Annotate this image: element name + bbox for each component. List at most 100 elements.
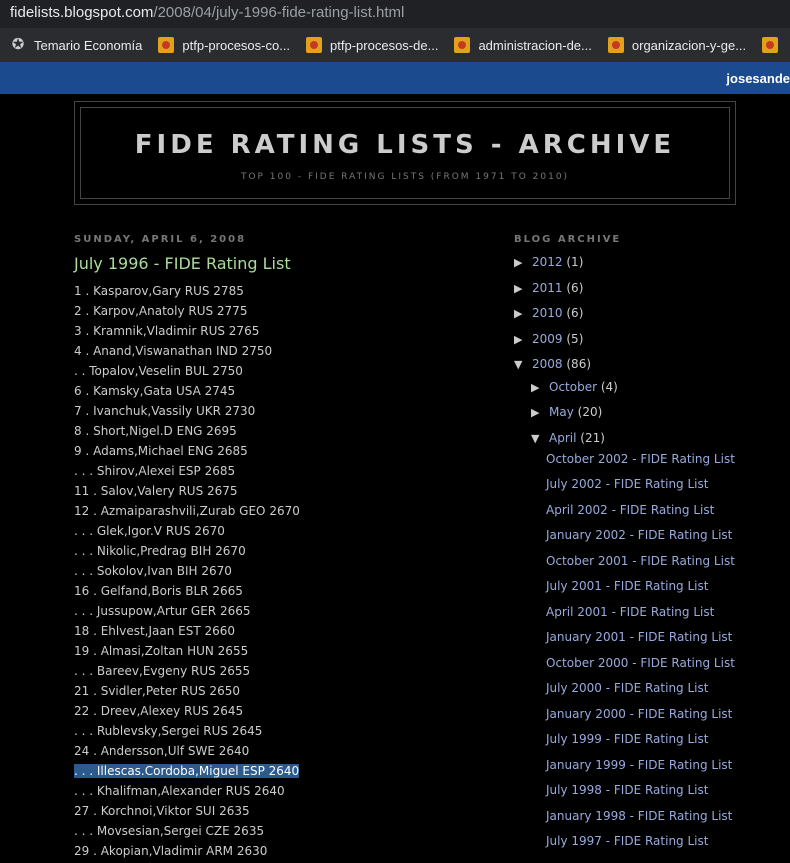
- blog-description: TOP 100 - FIDE RATING LISTS (FROM 1971 T…: [240, 172, 570, 182]
- month-link[interactable]: May: [549, 405, 574, 419]
- archive-post-link[interactable]: April 2002 - FIDE Rating List: [546, 503, 714, 517]
- post-count: (5): [566, 332, 584, 346]
- expand-toggle-icon[interactable]: ▶: [514, 307, 532, 320]
- bookmark-temario-economia[interactable]: ✪ Temario Economía: [10, 37, 143, 53]
- blogger-navbar: josesande: [0, 62, 790, 94]
- archive-post-link[interactable]: July 2002 - FIDE Rating List: [546, 477, 708, 491]
- archive-post-link[interactable]: January 2002 - FIDE Rating List: [546, 528, 732, 542]
- bookmark-overflow[interactable]: [762, 37, 786, 53]
- expand-toggle-icon[interactable]: ▶: [514, 282, 532, 295]
- post-count: (20): [577, 405, 603, 419]
- expand-toggle-icon[interactable]: ▶: [531, 406, 549, 419]
- expand-toggle-icon[interactable]: ▶: [531, 381, 549, 394]
- archive-post-link[interactable]: July 1999 - FIDE Rating List: [546, 732, 708, 746]
- list-item: 22 . Dreev,Alexey RUS 2645: [74, 704, 244, 718]
- archive-year-2009: ▶ 2009 (5): [514, 332, 583, 346]
- month-link[interactable]: October: [549, 380, 597, 394]
- rating-list: 1 . Kasparov,Gary RUS 2785 2 . Karpov,An…: [74, 281, 300, 861]
- list-item: . . . Jussupow,Artur GER 2665: [74, 604, 251, 618]
- bookmark-label: ptfp-procesos-de...: [330, 37, 439, 53]
- archive-post-link[interactable]: July 1998 - FIDE Rating List: [546, 783, 708, 797]
- bookmark-label: organizacion-y-ge...: [631, 37, 747, 53]
- bookmark-organizacion-y-ge[interactable]: organizacion-y-ge...: [607, 37, 747, 53]
- archive-post-link[interactable]: January 1998 - FIDE Rating List: [546, 809, 732, 823]
- post-count: (21): [580, 431, 605, 445]
- archive-year-2008: ▼ 2008 (86): [514, 357, 591, 371]
- year-link[interactable]: 2011: [532, 281, 563, 295]
- list-item: . . . Sokolov,Ivan BIH 2670: [74, 564, 232, 578]
- archive-post-link[interactable]: July 2001 - FIDE Rating List: [546, 579, 708, 593]
- archive-post-link[interactable]: October 2002 - FIDE Rating List: [546, 452, 735, 466]
- list-item: . . . Nikolic,Predrag BIH 2670: [74, 544, 246, 558]
- list-item: 16 . Gelfand,Boris BLR 2665: [74, 584, 243, 598]
- post-count: (1): [566, 255, 584, 269]
- list-item: 2 . Karpov,Anatoly RUS 2775: [74, 304, 248, 318]
- year-link[interactable]: 2010: [532, 306, 563, 320]
- list-item: . . . Khalifman,Alexander RUS 2640: [74, 784, 285, 798]
- list-item: 7 . Ivanchuk,Vassily UKR 2730: [74, 404, 256, 418]
- archive-year-2010: ▶ 2010 (6): [514, 306, 583, 320]
- selected-text: . . . Illescas.Cordoba,Miguel ESP 2640: [74, 764, 300, 778]
- archive-month-october: ▶ October (4): [531, 380, 618, 394]
- archive-year-2012: ▶ 2012 (1): [514, 255, 583, 269]
- archive-year-2011: ▶ 2011 (6): [514, 281, 583, 295]
- flag-icon: [306, 37, 323, 53]
- list-item: 6 . Kamsky,Gata USA 2745: [74, 384, 236, 398]
- flag-icon: [158, 37, 175, 53]
- year-link[interactable]: 2008: [532, 357, 563, 371]
- archive-post-link[interactable]: January 2001 - FIDE Rating List: [546, 630, 732, 644]
- flag-icon: [454, 37, 471, 53]
- archive-post-link[interactable]: October 2000 - FIDE Rating List: [546, 656, 735, 670]
- flag-icon: [762, 37, 779, 53]
- list-item: . . Topalov,Veselin BUL 2750: [74, 364, 243, 378]
- archive-post-link[interactable]: October 2001 - FIDE Rating List: [546, 554, 735, 568]
- expand-toggle-icon[interactable]: ▶: [514, 256, 532, 269]
- list-item: 3 . Kramnik,Vladimir RUS 2765: [74, 324, 260, 338]
- post-date: SUNDAY, APRIL 6, 2008: [74, 234, 247, 245]
- bookmarks-bar: ✪ Temario Economía ptfp-procesos-co... p…: [0, 28, 790, 62]
- year-link[interactable]: 2012: [532, 255, 563, 269]
- list-item: . . . Shirov,Alexei ESP 2685: [74, 464, 236, 478]
- list-item: 9 . Adams,Michael ENG 2685: [74, 444, 248, 458]
- month-link[interactable]: April: [549, 431, 576, 445]
- bookmark-label: ptfp-procesos-co...: [182, 37, 291, 53]
- bookmark-ptfp-procesos-de[interactable]: ptfp-procesos-de...: [306, 37, 438, 53]
- collapse-toggle-icon[interactable]: ▼: [531, 432, 549, 445]
- list-item: 29 . Akopian,Vladimir ARM 2630: [74, 844, 268, 858]
- list-item: 12 . Azmaiparashvili,Zurab GEO 2670: [74, 504, 300, 518]
- list-item: 27 . Korchnoi,Viktor SUI 2635: [74, 804, 250, 818]
- archive-post-link[interactable]: July 1997 - FIDE Rating List: [546, 834, 708, 848]
- archive-month-may: ▶ May (20): [531, 405, 602, 419]
- url-host: fidelists.blogspot.com: [10, 4, 154, 21]
- collapse-toggle-icon[interactable]: ▼: [514, 358, 532, 371]
- blog-title[interactable]: FIDE RATING LISTS - ARCHIVE: [81, 130, 729, 160]
- list-item: . . . Rublevsky,Sergei RUS 2645: [74, 724, 263, 738]
- bookmark-administracion-de[interactable]: administracion-de...: [454, 37, 592, 53]
- post-count: (6): [566, 281, 584, 295]
- list-item: . . . Glek,Igor.V RUS 2670: [74, 524, 225, 538]
- list-item: 21 . Svidler,Peter RUS 2650: [74, 684, 240, 698]
- archive-heading: BLOG ARCHIVE: [514, 234, 622, 245]
- expand-toggle-icon[interactable]: ▶: [514, 333, 532, 346]
- archive-month-april: ▼ April (21): [531, 431, 605, 445]
- year-link[interactable]: 2009: [532, 332, 563, 346]
- post-title[interactable]: July 1996 - FIDE Rating List: [74, 254, 291, 273]
- list-item-selected: . . . Illescas.Cordoba,Miguel ESP 2640: [74, 761, 300, 781]
- archive-post-link[interactable]: January 2000 - FIDE Rating List: [546, 707, 732, 721]
- navbar-user[interactable]: josesande: [726, 71, 790, 86]
- blog-header: FIDE RATING LISTS - ARCHIVE TOP 100 - FI…: [74, 101, 736, 205]
- url-path: /2008/04/july-1996-fide-rating-list.html: [153, 4, 405, 21]
- list-item: 19 . Almasi,Zoltan HUN 2655: [74, 644, 249, 658]
- list-item: 8 . Short,Nigel.D ENG 2695: [74, 424, 237, 438]
- list-item: 18 . Ehlvest,Jaan EST 2660: [74, 624, 236, 638]
- list-item: 11 . Salov,Valery RUS 2675: [74, 484, 238, 498]
- list-item: . . . Movsesian,Sergei CZE 2635: [74, 824, 265, 838]
- address-bar[interactable]: fidelists.blogspot.com/2008/04/july-1996…: [0, 0, 790, 28]
- list-item: 24 . Andersson,Ulf SWE 2640: [74, 744, 250, 758]
- bookmark-ptfp-procesos-co[interactable]: ptfp-procesos-co...: [158, 37, 290, 53]
- archive-post-link[interactable]: July 2000 - FIDE Rating List: [546, 681, 708, 695]
- list-item: 1 . Kasparov,Gary RUS 2785: [74, 284, 244, 298]
- blog-header-inner: FIDE RATING LISTS - ARCHIVE TOP 100 - FI…: [80, 107, 730, 199]
- archive-post-link[interactable]: January 1999 - FIDE Rating List: [546, 758, 732, 772]
- archive-post-link[interactable]: April 2001 - FIDE Rating List: [546, 605, 714, 619]
